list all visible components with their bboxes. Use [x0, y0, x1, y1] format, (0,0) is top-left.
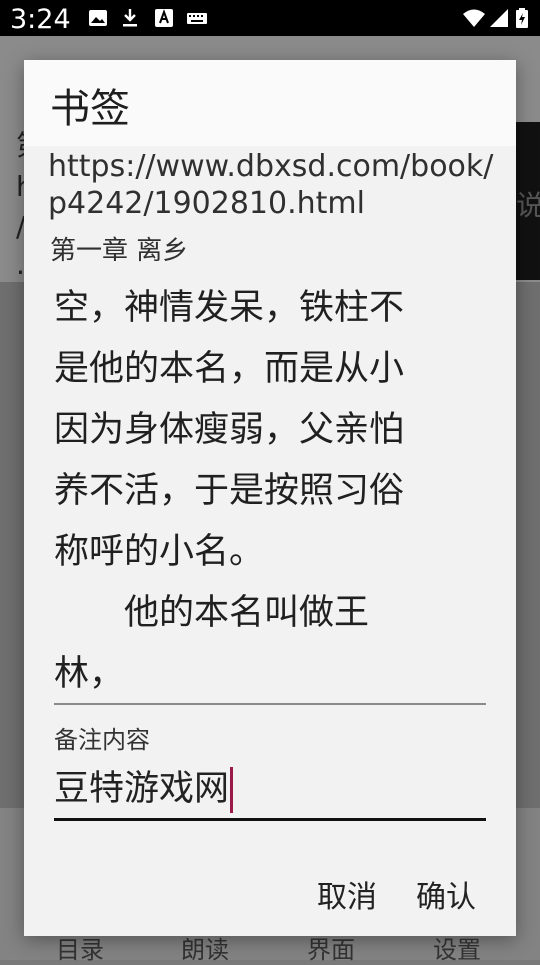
status-bar: 3:24	[0, 0, 540, 36]
text-cursor	[230, 767, 234, 813]
note-value: 豆特游戏网	[54, 769, 230, 809]
cancel-button[interactable]: 取消	[317, 872, 377, 916]
note-value-wrap: 豆特游戏网	[54, 760, 234, 813]
bookmark-url: https://www.dbxsd.com/book/p4242/1902810…	[48, 149, 494, 221]
background-side-char: 说	[516, 189, 540, 222]
status-time: 3:24	[10, 4, 71, 35]
bookmark-dialog: 书签 https://www.dbxsd.com/book/p4242/1902…	[24, 60, 516, 936]
dialog-header: 书签	[24, 60, 516, 146]
cell-signal-icon	[490, 9, 508, 27]
bookmark-chapter: 第一章 离乡	[50, 236, 189, 266]
wifi-icon	[463, 9, 485, 27]
excerpt-underline	[54, 703, 486, 705]
bookmark-excerpt-field[interactable]: 空，神情发呆，铁柱不 是他的本名，而是从小 因为身体瘦弱，父亲怕 养不活，于是按…	[54, 278, 486, 704]
dialog-title: 书签	[50, 86, 130, 132]
confirm-button[interactable]: 确认	[416, 872, 476, 916]
keyboard-icon	[187, 13, 207, 24]
battery-icon	[516, 8, 528, 28]
download-icon	[123, 9, 137, 27]
font-icon	[155, 9, 173, 27]
note-input[interactable]: 豆特游戏网	[54, 756, 486, 821]
note-label: 备注内容	[54, 726, 150, 754]
image-icon	[89, 10, 107, 26]
bookmark-excerpt: 空，神情发呆，铁柱不 是他的本名，而是从小 因为身体瘦弱，父亲怕 养不活，于是按…	[54, 288, 405, 694]
